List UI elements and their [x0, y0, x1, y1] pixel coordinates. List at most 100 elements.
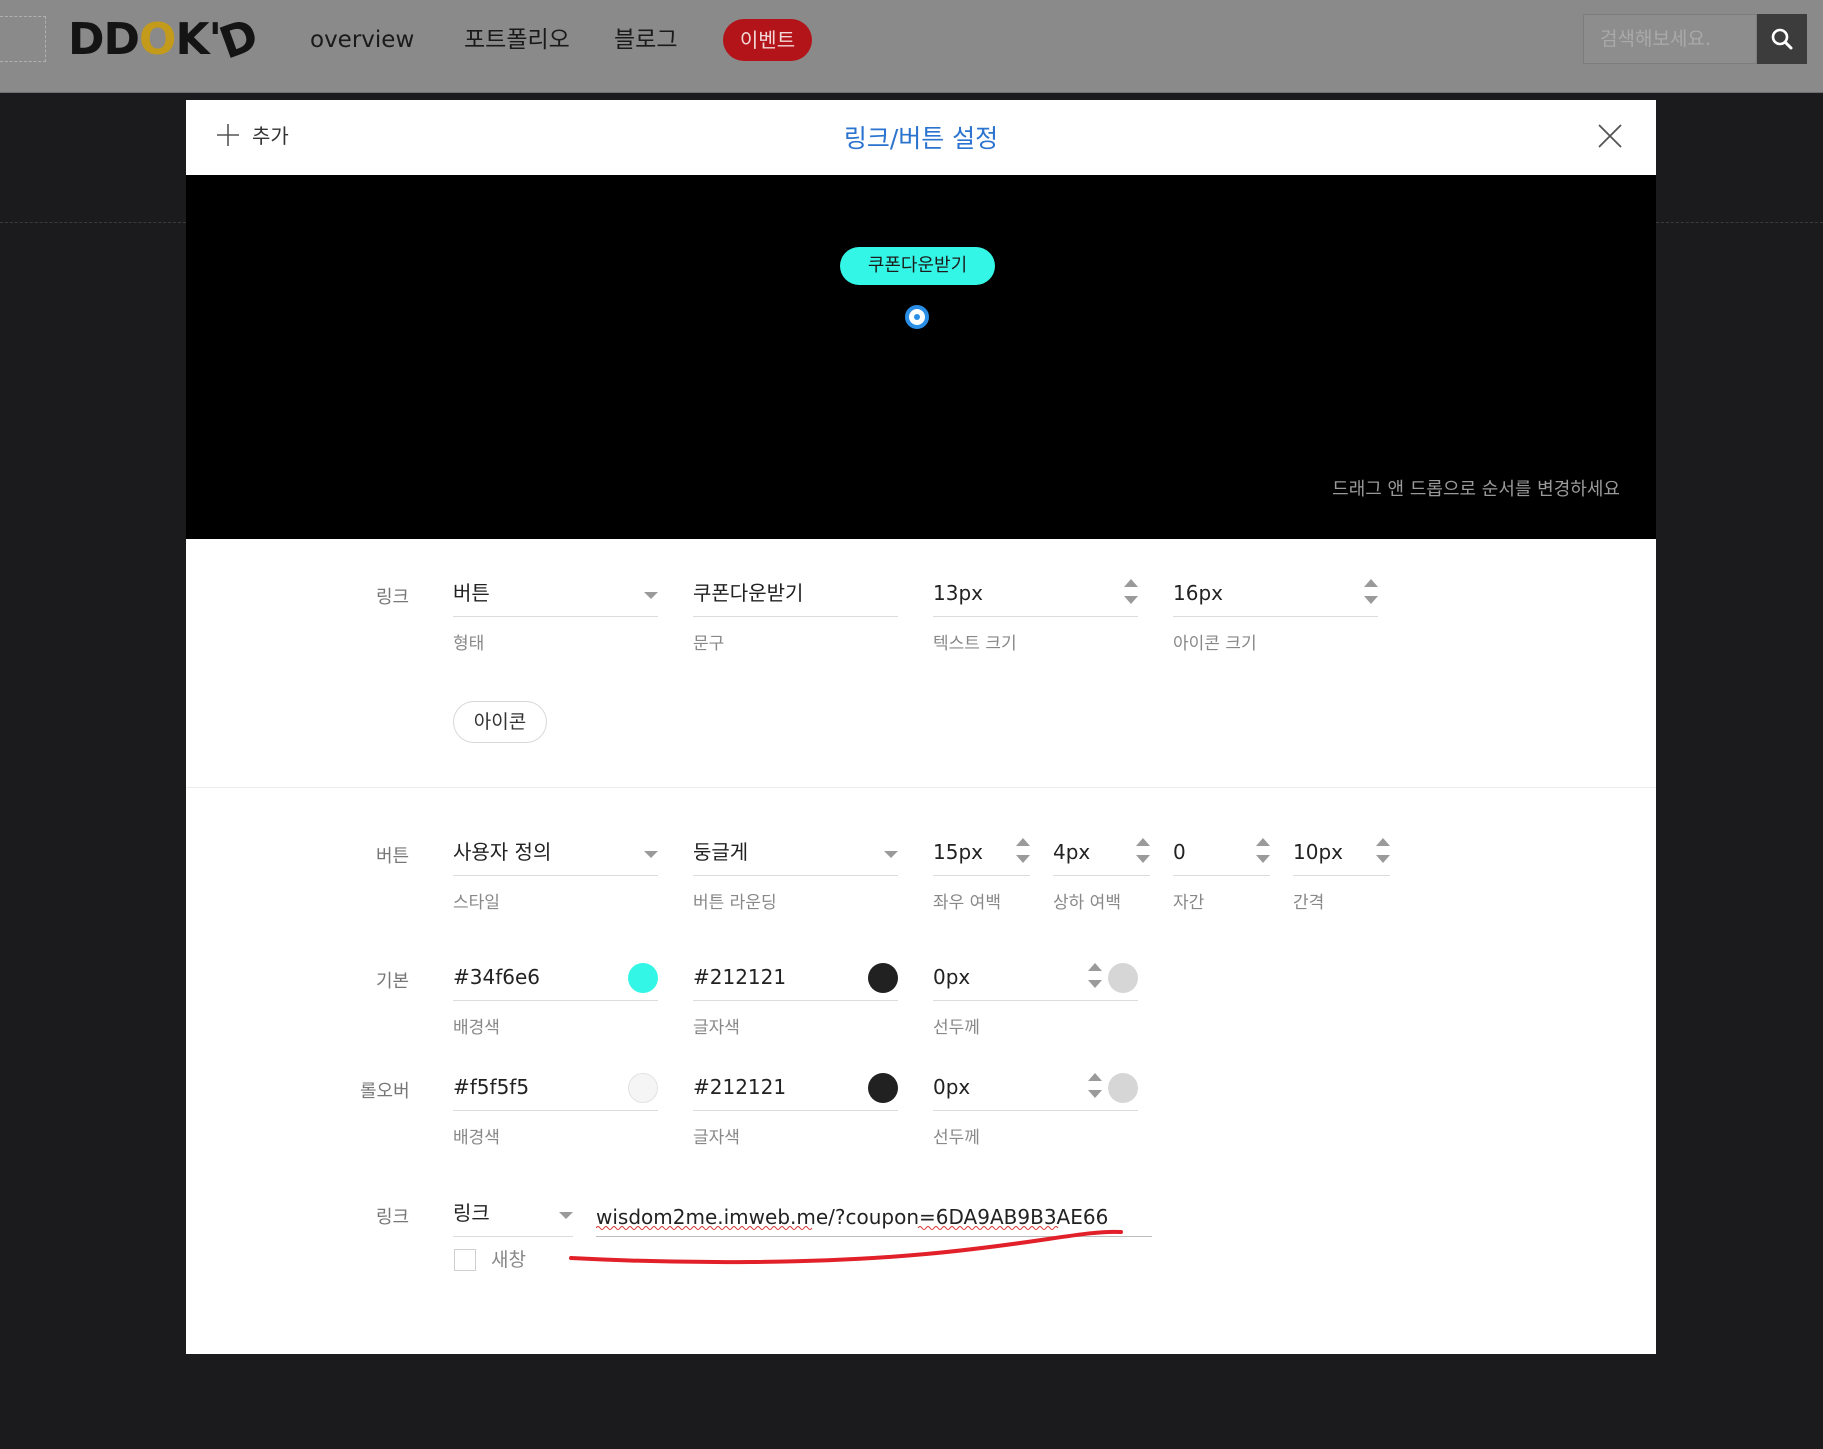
default-text-color-label: 글자색	[693, 1018, 740, 1038]
nav-item-event[interactable]: 이벤트	[723, 19, 812, 61]
link-type-select[interactable]: 버튼	[453, 573, 658, 617]
text-size-label: 텍스트 크기	[933, 634, 1017, 654]
hover-bg-color-value: #f5f5f5	[453, 1075, 530, 1099]
text-size-value: 13px	[933, 581, 983, 605]
drag-drop-hint: 드래그 앤 드롭으로 순서를 변경하세요	[1332, 479, 1620, 500]
button-text-label: 문구	[693, 634, 725, 654]
h-padding-label: 좌우 여백	[933, 893, 1001, 913]
gap-value: 10px	[1293, 840, 1343, 864]
gap-input[interactable]: 10px	[1293, 832, 1390, 876]
link-target-type-value: 링크	[453, 1201, 490, 1225]
icon-size-value: 16px	[1173, 581, 1223, 605]
default-bg-color-input[interactable]: #34f6e6	[453, 957, 658, 1001]
h-padding-value: 15px	[933, 840, 983, 864]
new-window-label: 새창	[491, 1249, 526, 1271]
style-select[interactable]: 사용자 정의	[453, 832, 658, 876]
hover-text-color-swatch[interactable]	[868, 1073, 898, 1103]
site-logo[interactable]: DDOK'D	[68, 9, 264, 69]
drag-handle[interactable]	[905, 305, 929, 329]
gap-label: 간격	[1293, 893, 1325, 913]
hover-bg-color-label: 배경색	[453, 1128, 500, 1148]
close-button[interactable]	[1596, 122, 1624, 150]
preview-coupon-button[interactable]: 쿠폰다운받기	[840, 247, 995, 285]
search-input[interactable]	[1583, 14, 1757, 64]
spinner-icon[interactable]	[1124, 579, 1138, 607]
button-text-value: 쿠폰다운받기	[693, 581, 804, 605]
close-icon	[1598, 124, 1622, 148]
placeholder-box	[0, 16, 46, 62]
red-annotation-underline	[569, 1229, 1123, 1265]
icon-size-label: 아이콘 크기	[1173, 634, 1257, 654]
row-label-link: 링크	[376, 587, 410, 608]
link-target-type-select[interactable]: 링크	[453, 1193, 573, 1237]
v-padding-label: 상하 여백	[1053, 893, 1121, 913]
spinner-icon[interactable]	[1088, 1073, 1102, 1101]
background-section-left	[0, 92, 186, 223]
default-bg-color-swatch[interactable]	[628, 963, 658, 993]
chevron-down-icon	[884, 851, 898, 858]
default-text-color-input[interactable]: #212121	[693, 957, 898, 1001]
chevron-down-icon	[559, 1212, 573, 1219]
new-window-checkbox[interactable]	[454, 1249, 476, 1271]
hover-border-value: 0px	[933, 1075, 971, 1099]
default-bg-color-label: 배경색	[453, 1018, 500, 1038]
spinner-icon[interactable]	[1136, 838, 1150, 866]
row-label-link-target: 링크	[376, 1207, 410, 1228]
default-border-color-swatch[interactable]	[1108, 963, 1138, 993]
link-type-value: 버튼	[453, 581, 490, 605]
hover-text-color-input[interactable]: #212121	[693, 1067, 898, 1111]
spinner-icon[interactable]	[1256, 838, 1270, 866]
hover-text-color-value: #212121	[693, 1075, 787, 1099]
default-text-color-swatch[interactable]	[868, 963, 898, 993]
chevron-down-icon	[644, 851, 658, 858]
style-value: 사용자 정의	[453, 840, 552, 864]
default-border-value: 0px	[933, 965, 971, 989]
style-label: 스타일	[453, 893, 500, 913]
hover-text-color-label: 글자색	[693, 1128, 740, 1148]
row-label-default: 기본	[376, 971, 410, 992]
rounding-select[interactable]: 둥글게	[693, 832, 898, 876]
row-label-button: 버튼	[376, 846, 410, 867]
modal-header: 추가 링크/버튼 설정	[186, 100, 1656, 175]
default-text-color-value: #212121	[693, 965, 787, 989]
default-border-label: 선두께	[933, 1018, 980, 1038]
spinner-icon[interactable]	[1088, 963, 1102, 991]
button-text-input[interactable]: 쿠폰다운받기	[693, 573, 898, 617]
modal-title: 링크/버튼 설정	[843, 124, 999, 153]
hover-border-label: 선두께	[933, 1128, 980, 1148]
icon-button[interactable]: 아이콘	[453, 701, 547, 743]
default-border-input[interactable]: 0px	[933, 957, 1138, 1001]
text-size-input[interactable]: 13px	[933, 573, 1138, 617]
button-preview-area: 쿠폰다운받기 드래그 앤 드롭으로 순서를 변경하세요	[186, 175, 1656, 539]
top-navigation: DDOK'D overview 포트폴리오 블로그 이벤트	[0, 0, 1823, 93]
spinner-icon[interactable]	[1376, 838, 1390, 866]
search-icon	[1771, 28, 1793, 50]
default-bg-color-value: #34f6e6	[453, 965, 541, 989]
nav-item-portfolio[interactable]: 포트폴리오	[464, 22, 570, 58]
icon-size-input[interactable]: 16px	[1173, 573, 1378, 617]
row-label-hover: 롤오버	[360, 1081, 410, 1102]
hover-bg-color-input[interactable]: #f5f5f5	[453, 1067, 658, 1111]
v-padding-input[interactable]: 4px	[1053, 832, 1150, 876]
hover-border-color-swatch[interactable]	[1108, 1073, 1138, 1103]
search-button[interactable]	[1757, 14, 1807, 64]
rounding-value: 둥글게	[693, 840, 749, 864]
letter-spacing-label: 자간	[1173, 893, 1205, 913]
spinner-icon[interactable]	[1016, 838, 1030, 866]
hover-border-input[interactable]: 0px	[933, 1067, 1138, 1111]
spinner-icon[interactable]	[1364, 579, 1378, 607]
letter-spacing-input[interactable]: 0	[1173, 832, 1270, 876]
letter-spacing-value: 0	[1173, 840, 1186, 864]
logo-text-tail: D	[213, 9, 265, 70]
section-divider	[186, 787, 1656, 788]
v-padding-value: 4px	[1053, 840, 1091, 864]
nav-item-overview[interactable]: overview	[310, 22, 414, 58]
h-padding-input[interactable]: 15px	[933, 832, 1030, 876]
nav-item-blog[interactable]: 블로그	[614, 22, 677, 58]
background-section-right	[1656, 92, 1823, 223]
chevron-down-icon	[644, 592, 658, 599]
rounding-label: 버튼 라운딩	[693, 893, 777, 913]
hover-bg-color-swatch[interactable]	[628, 1073, 658, 1103]
link-type-label: 형태	[453, 634, 485, 654]
link-button-settings-modal: 추가 링크/버튼 설정 쿠폰다운받기 드래그 앤 드롭으로 순서를 변경하세요 …	[186, 100, 1656, 1354]
